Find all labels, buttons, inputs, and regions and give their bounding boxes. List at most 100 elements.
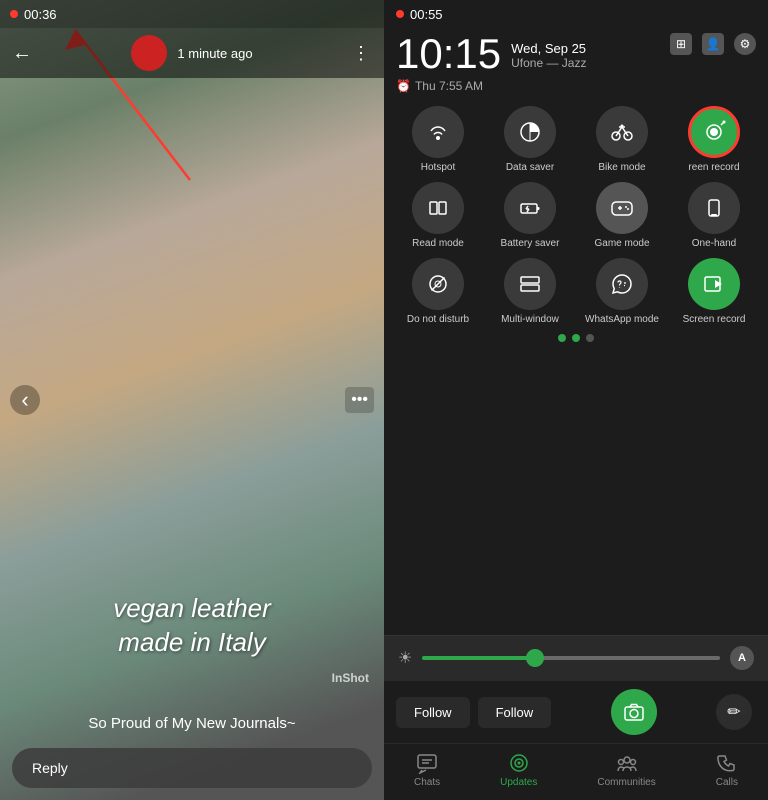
more-options-button[interactable]: ⋮ (352, 43, 372, 64)
qs-screen-record2[interactable]: Screen record (672, 258, 756, 326)
brightness-bar[interactable]: ☀ A (384, 635, 768, 680)
nav-communities[interactable]: Communities (597, 752, 655, 788)
pencil-icon-btn[interactable]: ✏ (716, 694, 752, 730)
nav-updates[interactable]: Updates (500, 752, 537, 788)
screen-record-label: reen record (688, 162, 739, 174)
whatsapp-nav-bar: Chats Updates Communities (384, 743, 768, 800)
screen-record2-icon-circle (688, 258, 740, 310)
story-nav-more[interactable]: ••• (345, 387, 374, 413)
bottom-app-row: Follow Follow ✏ (384, 680, 768, 743)
bike-mode-icon-circle (596, 106, 648, 158)
qs-dnd[interactable]: Do not disturb (396, 258, 480, 326)
updates-nav-label: Updates (500, 777, 537, 788)
story-caption: So Proud of My New Journals~ (0, 715, 384, 732)
qs-screen-record[interactable]: reen record (672, 106, 756, 174)
alarm-time: Thu 7:55 AM (415, 79, 483, 93)
quick-settings-panel: Hotspot Data saver (384, 101, 768, 635)
settings-icon: ⚙ (734, 33, 756, 55)
battery-saver-icon-circle (504, 182, 556, 234)
chats-nav-label: Chats (414, 777, 440, 788)
one-hand-icon-circle (688, 182, 740, 234)
story-info: 1 minute ago (131, 35, 252, 71)
grid-icon: ⊞ (670, 33, 692, 55)
right-status-bar: 00:55 (384, 0, 768, 28)
big-time-display: 10:15 Wed, Sep 25 Ufone — Jazz (396, 33, 586, 75)
follow-button-1[interactable]: Follow (396, 697, 470, 728)
contacts-icon: 👤 (702, 33, 724, 55)
brightness-slider[interactable] (422, 656, 720, 660)
story-watermark: InShot (332, 671, 369, 685)
qs-data-saver[interactable]: Data saver (488, 106, 572, 174)
whatsapp-mode-icon-circle (596, 258, 648, 310)
screen-record2-label: Screen record (683, 314, 746, 326)
page-dot-2 (572, 334, 580, 342)
qs-multi-window[interactable]: Multi-window (488, 258, 572, 326)
right-panel: 00:55 10:15 Wed, Sep 25 Ufone — Jazz ⊞ 👤… (384, 0, 768, 800)
bike-mode-label: Bike mode (598, 162, 645, 174)
qs-one-hand[interactable]: One-hand (672, 182, 756, 250)
story-background (0, 0, 384, 800)
qs-read-mode[interactable]: Read mode (396, 182, 480, 250)
data-saver-label: Data saver (506, 162, 554, 174)
carrier-display: Ufone — Jazz (511, 56, 586, 70)
left-status-bar: 00:36 (0, 0, 384, 28)
right-status-time: 00:55 (410, 7, 443, 22)
story-avatar (131, 35, 167, 71)
nav-chats[interactable]: Chats (414, 752, 440, 788)
chats-nav-icon (416, 752, 438, 774)
qs-game-mode[interactable]: Game mode (580, 182, 664, 250)
page-dot-1 (558, 334, 566, 342)
auto-brightness-button[interactable]: A (730, 646, 754, 670)
screen-record-icon-circle (688, 106, 740, 158)
communities-nav-icon (616, 752, 638, 774)
recording-indicator-left (10, 10, 18, 18)
qs-hotspot[interactable]: Hotspot (396, 106, 480, 174)
updates-nav-icon (508, 752, 530, 774)
back-button[interactable]: ← (12, 42, 32, 65)
data-saver-icon-circle (504, 106, 556, 158)
camera-button[interactable] (611, 689, 657, 735)
calls-nav-icon (716, 752, 738, 774)
story-time-ago: 1 minute ago (177, 46, 252, 61)
time-display-row: 10:15 Wed, Sep 25 Ufone — Jazz ⊞ 👤 ⚙ (384, 28, 768, 77)
follow-button-2[interactable]: Follow (478, 697, 552, 728)
story-top-bar: ← 1 minute ago ⋮ (0, 28, 384, 78)
alarm-row: ⏰ Thu 7:55 AM (384, 77, 768, 101)
calls-nav-label: Calls (716, 777, 738, 788)
reply-bar[interactable]: Reply (12, 748, 372, 788)
page-dot-3 (586, 334, 594, 342)
page-indicator (392, 326, 760, 350)
dnd-label: Do not disturb (407, 314, 469, 326)
hotspot-icon-circle (412, 106, 464, 158)
alarm-icon: ⏰ (396, 79, 411, 93)
multi-window-label: Multi-window (501, 314, 559, 326)
multi-window-icon-circle (504, 258, 556, 310)
qs-bike-mode[interactable]: Bike mode (580, 106, 664, 174)
story-title: vegan leather made in Italy (0, 592, 384, 660)
hotspot-label: Hotspot (421, 162, 455, 174)
read-mode-icon-circle (412, 182, 464, 234)
reply-label: Reply (32, 760, 68, 776)
brightness-thumb[interactable] (526, 649, 544, 667)
recording-indicator-right (396, 10, 404, 18)
brightness-low-icon: ☀ (398, 648, 412, 668)
one-hand-label: One-hand (692, 238, 736, 250)
left-panel: 00:36 ← 1 minute ago ⋮ ‹ ••• vegan leath… (0, 0, 384, 800)
game-mode-icon-circle (596, 182, 648, 234)
game-mode-label: Game mode (594, 238, 649, 250)
dnd-icon-circle (412, 258, 464, 310)
quick-settings-grid: Hotspot Data saver (392, 106, 760, 326)
qs-battery-saver[interactable]: Battery saver (488, 182, 572, 250)
battery-saver-label: Battery saver (501, 238, 560, 250)
whatsapp-mode-label: WhatsApp mode (585, 314, 659, 326)
qs-whatsapp-mode[interactable]: WhatsApp mode (580, 258, 664, 326)
story-nav-back[interactable]: ‹ (10, 385, 40, 415)
nav-calls[interactable]: Calls (716, 752, 738, 788)
communities-nav-label: Communities (597, 777, 655, 788)
date-display: Wed, Sep 25 (511, 41, 586, 56)
main-clock: 10:15 (396, 33, 501, 75)
read-mode-label: Read mode (412, 238, 464, 250)
story-text-block: vegan leather made in Italy (0, 592, 384, 660)
date-carrier-info: Wed, Sep 25 Ufone — Jazz (511, 33, 586, 70)
left-status-time: 00:36 (24, 7, 57, 22)
